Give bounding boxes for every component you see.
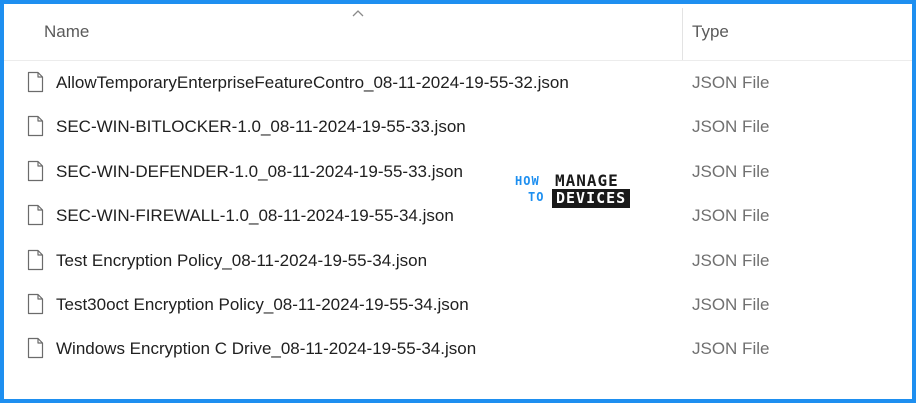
file-row[interactable]: SEC-WIN-BITLOCKER-1.0_08-11-2024-19-55-3…: [4, 104, 912, 148]
file-type: JSON File: [692, 250, 770, 270]
file-name: AllowTemporaryEnterpriseFeatureContro_08…: [56, 73, 569, 92]
column-header-type[interactable]: Type: [683, 4, 912, 60]
file-icon: [27, 293, 44, 315]
file-icon: [27, 338, 44, 359]
file-name: Test30oct Encryption Policy_08-11-2024-1…: [56, 294, 469, 314]
file-type: JSON File: [692, 161, 770, 181]
watermark-to: TO: [528, 190, 545, 204]
file-icon: [27, 71, 44, 93]
file-row[interactable]: SEC-WIN-DEFENDER-1.0_08-11-2024-19-55-33…: [4, 149, 912, 193]
file-name: SEC-WIN-DEFENDER-1.0_08-11-2024-19-55-33…: [56, 161, 463, 181]
file-type: JSON File: [692, 73, 770, 92]
column-header-row: Name Type: [4, 4, 912, 61]
file-type: JSON File: [692, 206, 770, 226]
file-name: Windows Encryption C Drive_08-11-2024-19…: [56, 339, 477, 359]
file-name: SEC-WIN-FIREWALL-1.0_08-11-2024-19-55-34…: [56, 206, 454, 226]
file-type: JSON File: [692, 117, 770, 137]
file-row[interactable]: Test30oct Encryption Policy_08-11-2024-1…: [4, 282, 912, 326]
column-header-name[interactable]: Name: [4, 4, 682, 60]
file-icon: [27, 205, 44, 226]
file-name: SEC-WIN-BITLOCKER-1.0_08-11-2024-19-55-3…: [56, 117, 466, 137]
file-icon: [27, 160, 44, 181]
file-row[interactable]: SEC-WIN-FIREWALL-1.0_08-11-2024-19-55-34…: [4, 193, 912, 237]
file-row[interactable]: Windows Encryption C Drive_08-11-2024-19…: [4, 326, 912, 370]
file-row[interactable]: Test Encryption Policy_08-11-2024-19-55-…: [4, 238, 912, 282]
chevron-up-icon: [352, 10, 364, 17]
watermark-manage: MANAGE: [555, 171, 619, 190]
file-row[interactable]: AllowTemporaryEnterpriseFeatureContro_08…: [4, 60, 912, 104]
file-list: AllowTemporaryEnterpriseFeatureContro_08…: [4, 60, 912, 371]
column-header-type-label: Type: [692, 22, 729, 41]
howtomanagedevices-watermark: HOW TO MANAGE DEVICES: [515, 171, 631, 211]
file-explorer-view: Name Type AllowTemporaryEnterpriseFeatur…: [0, 0, 916, 403]
file-name: Test Encryption Policy_08-11-2024-19-55-…: [56, 250, 428, 270]
file-type: JSON File: [692, 294, 770, 314]
file-icon: [27, 249, 44, 270]
watermark-devices: DEVICES: [552, 189, 631, 208]
file-type: JSON File: [692, 339, 770, 359]
column-header-name-label: Name: [44, 22, 90, 41]
file-icon: [27, 116, 44, 137]
watermark-how: HOW: [515, 174, 540, 188]
